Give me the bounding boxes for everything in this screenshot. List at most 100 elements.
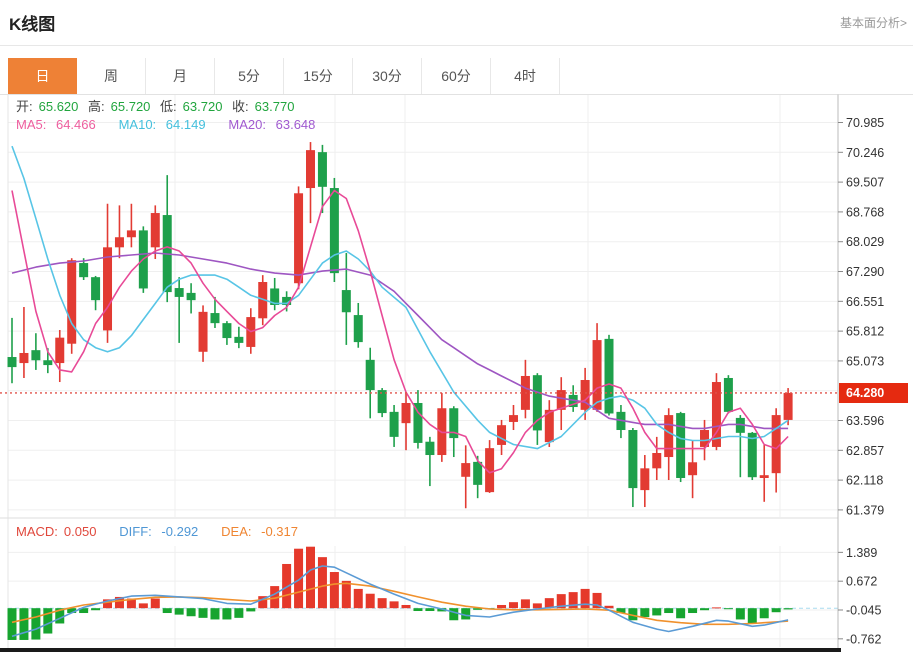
ma10-value: 64.149	[166, 117, 206, 132]
macd-bar	[760, 608, 769, 618]
candle-body	[628, 430, 637, 488]
macd-bar	[234, 608, 243, 618]
candle-body	[497, 425, 506, 445]
candle-body	[390, 412, 399, 437]
close-value: 63.770	[255, 99, 295, 114]
low-value: 63.720	[183, 99, 223, 114]
macd-bar	[222, 608, 231, 619]
kline-page: K线图 基本面分析> 日 周 月 5分 15分 30分 60分 4时 70.98…	[0, 0, 913, 654]
y-axis-label: 68.029	[846, 235, 884, 249]
macd-bar	[449, 608, 458, 620]
y-axis-label: 62.857	[846, 444, 884, 458]
macd-bar	[413, 608, 422, 611]
y-axis-label: 62.118	[846, 474, 883, 488]
ma20-value: 63.648	[276, 117, 316, 132]
ohlc-legend: 开:65.620 高:65.720 低:63.720 收:63.770	[16, 96, 300, 115]
y-axis-label: 61.379	[846, 503, 884, 517]
macd-bar	[712, 607, 721, 608]
ma5-value: 64.466	[56, 117, 96, 132]
candle-body	[533, 375, 542, 430]
candle-body	[210, 313, 219, 323]
y-axis-label: 0.672	[846, 575, 877, 589]
candle-body	[640, 468, 649, 490]
candle-body	[103, 247, 112, 330]
macd-bar	[151, 599, 160, 609]
candle-body	[688, 462, 697, 475]
candle-body	[222, 323, 231, 338]
ma20-line	[12, 253, 788, 428]
candle-body	[402, 403, 411, 423]
ma20-label: MA20: 63.648	[228, 117, 321, 132]
macd-bar	[605, 606, 614, 608]
candle-body	[19, 353, 28, 363]
candle-body	[31, 350, 40, 360]
macd-bar	[784, 608, 793, 609]
macd-bar	[581, 589, 590, 608]
candle-body	[605, 339, 614, 414]
macd-bar	[366, 594, 375, 608]
current-price-tag: 64.280	[839, 383, 908, 403]
macd-bar	[533, 603, 542, 608]
high-value: 65.720	[111, 99, 151, 114]
macd-bar	[210, 608, 219, 619]
candle-body	[425, 442, 434, 455]
close-label: 收:	[232, 99, 249, 114]
macd-bar	[652, 608, 661, 615]
y-axis-label: 70.246	[846, 146, 884, 160]
macd-bar	[31, 608, 40, 639]
candle-body	[581, 380, 590, 410]
macd-bar	[199, 608, 208, 618]
macd-bar	[772, 608, 781, 612]
macd-bar	[700, 608, 709, 610]
y-axis-label: 65.073	[846, 354, 884, 368]
macd-bar	[748, 608, 757, 623]
candle-body	[593, 340, 602, 410]
open-label: 开:	[16, 99, 33, 114]
y-axis-label: -0.045	[846, 604, 881, 618]
candle-body	[760, 475, 769, 478]
candle-body	[354, 315, 363, 342]
macd-value-label: MACD:0.050	[16, 524, 110, 539]
candle-body	[772, 415, 781, 473]
macd-bar	[342, 581, 351, 608]
candle-body	[509, 415, 518, 422]
candle-body	[652, 453, 661, 468]
y-axis-label: 67.290	[846, 265, 884, 279]
low-label: 低:	[160, 99, 177, 114]
candle-body	[8, 357, 17, 367]
macd-bar	[425, 608, 434, 611]
dea-value-label: DEA: -0.317	[221, 524, 304, 539]
y-axis-label: 66.551	[846, 295, 884, 309]
candle-body	[342, 290, 351, 312]
macd-bar	[724, 608, 733, 609]
candle-body	[55, 338, 64, 363]
macd-bar	[354, 589, 363, 608]
y-axis-label: -0.762	[846, 632, 881, 646]
macd-legend: MACD:0.050 DIFF: -0.292 DEA: -0.317	[16, 524, 310, 539]
macd-bar	[390, 601, 399, 608]
macd-bar	[378, 598, 387, 608]
candle-body	[199, 312, 208, 352]
candle-body	[234, 337, 243, 343]
macd-bar	[640, 608, 649, 617]
macd-bar	[246, 608, 255, 611]
macd-bar	[497, 605, 506, 608]
macd-bar	[187, 608, 196, 616]
y-axis-label: 70.985	[846, 116, 884, 130]
bottom-scroll-bar	[0, 648, 841, 652]
macd-bar	[330, 572, 339, 608]
candle-body	[366, 360, 375, 390]
macd-bar	[139, 603, 148, 608]
y-axis-label: 69.507	[846, 176, 884, 190]
ma5-label: MA5: 64.466	[16, 117, 109, 132]
candle-body	[127, 230, 136, 237]
candle-body	[175, 288, 184, 297]
y-axis-label: 68.768	[846, 205, 884, 219]
candle-body	[294, 193, 303, 283]
candle-body	[664, 415, 673, 457]
macd-bar	[163, 608, 172, 613]
candle-body	[91, 277, 100, 300]
candle-body	[330, 188, 339, 273]
candle-body	[306, 150, 315, 188]
macd-bar	[318, 557, 327, 608]
